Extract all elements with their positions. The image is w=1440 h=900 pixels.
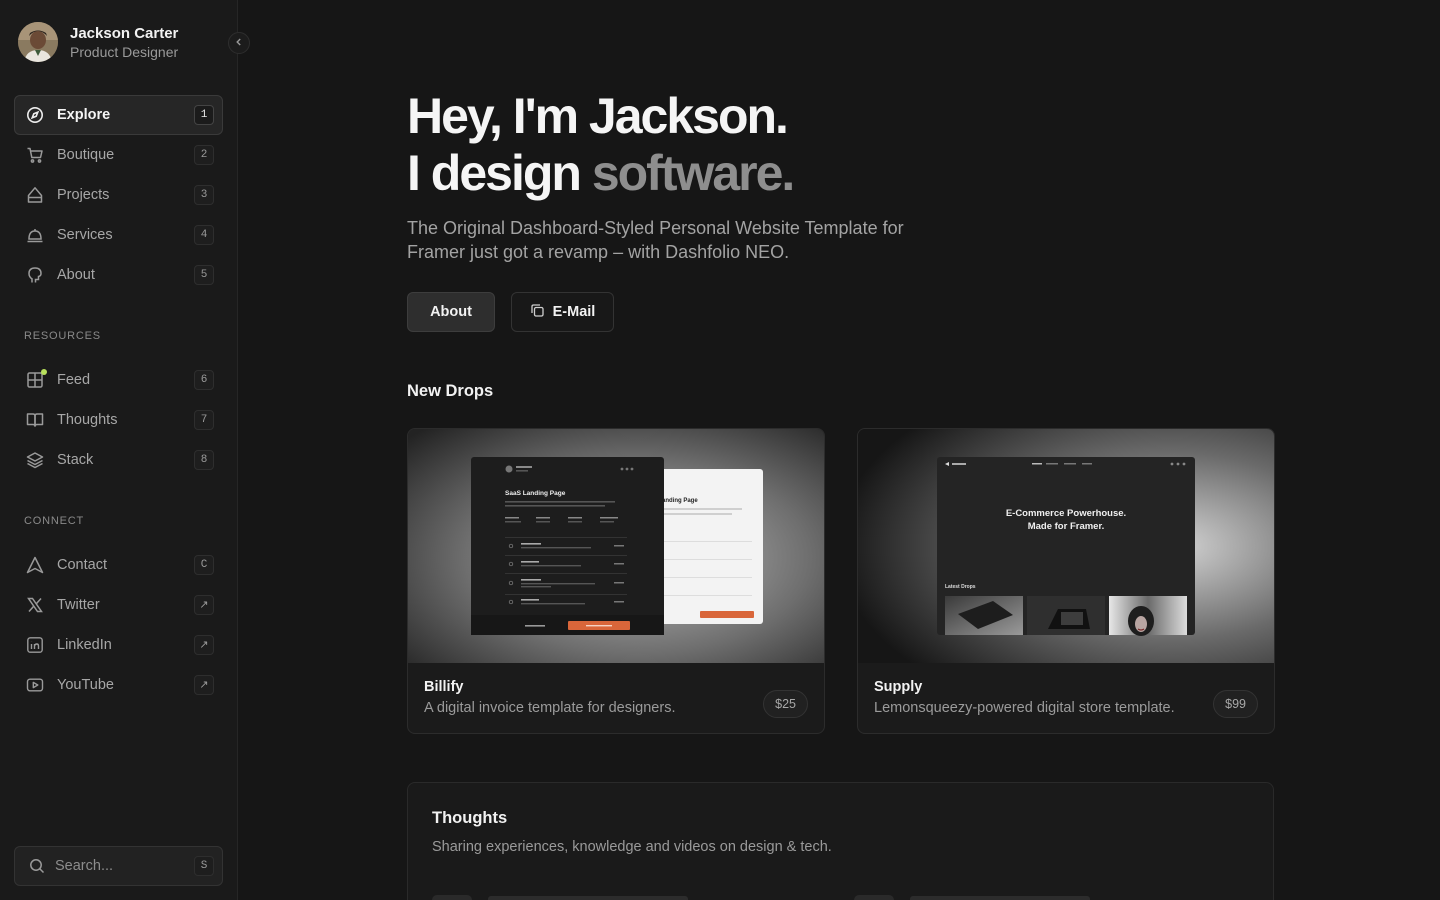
sidebar-item-label: LinkedIn <box>57 637 112 653</box>
shortcut-badge: 6 <box>194 370 214 390</box>
linkedin-icon <box>25 635 45 655</box>
hero-subtitle: The Original Dashboard-Styled Personal W… <box>407 218 904 262</box>
email-button[interactable]: E-Mail <box>511 292 614 332</box>
sidebar-item-thoughts[interactable]: Thoughts 7 <box>14 400 223 440</box>
sidebar-item-youtube[interactable]: YouTube ↗ <box>14 665 223 705</box>
shortcut-badge: 8 <box>194 450 214 470</box>
price-badge: $99 <box>1213 690 1258 718</box>
sidebar-item-linkedin[interactable]: LinkedIn ↗ <box>14 625 223 665</box>
sidebar-item-label: YouTube <box>57 677 114 693</box>
sidebar-item-about[interactable]: About 5 <box>14 255 223 295</box>
online-dot <box>41 369 47 375</box>
copy-icon <box>530 303 545 322</box>
feed-icon <box>25 369 47 390</box>
connect-section-title: CONNECT <box>24 515 84 527</box>
search-icon <box>27 856 47 876</box>
search-input[interactable]: Search... S <box>14 846 223 886</box>
sidebar-item-boutique[interactable]: Boutique 2 <box>14 135 223 175</box>
preview-heading-line-1: E-Commerce Powerhouse. <box>1006 508 1126 519</box>
sidebar-item-label: Thoughts <box>57 412 118 428</box>
shortcut-badge: 7 <box>194 410 214 430</box>
avatar <box>18 22 58 62</box>
external-link-badge: ↗ <box>194 675 214 695</box>
resources-section-title: RESOURCES <box>24 330 101 342</box>
shortcut-badge: 4 <box>194 225 214 245</box>
sidebar-item-label: Stack <box>57 452 94 468</box>
send-icon <box>25 555 45 575</box>
shortcut-badge: S <box>194 856 214 876</box>
product-card-supply[interactable]: E-Commerce Powerhouse. Made for Framer. … <box>857 428 1275 734</box>
thoughts-panel: Thoughts Sharing experiences, knowledge … <box>407 782 1274 900</box>
sidebar-item-explore[interactable]: Explore 1 <box>14 95 223 135</box>
hero-title: Hey, I'm Jackson. I design software. <box>407 88 796 202</box>
product-preview-image: E-Commerce Powerhouse. Made for Framer. … <box>858 429 1274 663</box>
product-title: Billify <box>424 679 464 695</box>
x-icon <box>25 595 45 615</box>
price-badge: $25 <box>763 690 808 718</box>
external-link-badge: ↗ <box>194 635 214 655</box>
sidebar-item-projects[interactable]: Projects 3 <box>14 175 223 215</box>
compass-icon <box>25 105 45 125</box>
sidebar-item-contact[interactable]: Contact C <box>14 545 223 585</box>
thought-title-cutoff[interactable] <box>488 896 688 900</box>
product-description: A digital invoice template for designers… <box>424 700 676 716</box>
sidebar-item-label: Boutique <box>57 147 115 163</box>
preview-title: SaaS Landing Page <box>505 490 566 497</box>
thought-thumbnail[interactable] <box>854 895 894 900</box>
shortcut-badge: 1 <box>194 105 214 125</box>
sidebar-item-label: Explore <box>57 107 111 123</box>
thoughts-title: Thoughts <box>432 809 508 827</box>
preview-heading-line-2: Made for Framer. <box>1028 521 1105 532</box>
product-preview-image: anding Page SaaS Landing Page <box>408 429 824 663</box>
about-button-label: About <box>430 304 472 320</box>
new-drops-title: New Drops <box>407 382 494 400</box>
shortcut-badge: 2 <box>194 145 214 165</box>
product-description: Lemonsqueezy-powered digital store templ… <box>874 700 1175 716</box>
sidebar: Jackson Carter Product Designer Explore … <box>0 0 238 900</box>
preview-title-light: anding Page <box>662 498 698 504</box>
shortcut-badge: 5 <box>194 265 214 285</box>
head-icon <box>25 265 45 285</box>
sidebar-item-stack[interactable]: Stack 8 <box>14 440 223 480</box>
thought-thumbnail[interactable] <box>432 895 472 900</box>
youtube-icon <box>25 675 45 695</box>
profile-name: Jackson Carter <box>70 24 179 42</box>
collapse-sidebar-button[interactable] <box>228 32 250 54</box>
about-button[interactable]: About <box>407 292 495 332</box>
book-icon <box>25 410 45 430</box>
cloche-icon <box>25 225 45 245</box>
sidebar-item-label: Services <box>57 227 113 243</box>
sidebar-item-label: Feed <box>57 372 91 388</box>
thought-title-cutoff[interactable] <box>910 896 1090 900</box>
hero-line-2-prefix: I design <box>407 145 592 201</box>
cart-icon <box>25 145 45 165</box>
chevron-left-icon <box>234 34 244 52</box>
sidebar-item-feed[interactable]: Feed 6 <box>14 360 223 400</box>
search-placeholder: Search... <box>55 858 114 874</box>
external-link-badge: ↗ <box>194 595 214 615</box>
hero-line-2-highlight: software. <box>591 145 796 201</box>
profile[interactable]: Jackson Carter Product Designer <box>18 22 178 62</box>
main-content: Hey, I'm Jackson. I design software. The… <box>239 0 1440 900</box>
layers-icon <box>25 450 45 470</box>
shortcut-badge: 3 <box>194 185 214 205</box>
sidebar-item-twitter[interactable]: Twitter ↗ <box>14 585 223 625</box>
sidebar-item-label: About <box>57 267 95 283</box>
sidebar-item-label: Twitter <box>57 597 100 613</box>
email-button-label: E-Mail <box>552 304 596 320</box>
product-title: Supply <box>874 679 923 695</box>
hero-line-1: Hey, I'm Jackson. <box>407 88 789 144</box>
shape-icon <box>25 185 45 205</box>
thoughts-subtitle: Sharing experiences, knowledge and video… <box>432 839 832 855</box>
sidebar-item-label: Contact <box>57 557 107 573</box>
profile-role: Product Designer <box>70 43 179 60</box>
product-card-billify[interactable]: anding Page SaaS Landing Page Billify A … <box>407 428 825 734</box>
preview-section: Latest Drops <box>945 584 976 590</box>
sidebar-item-label: Projects <box>57 187 110 203</box>
sidebar-item-services[interactable]: Services 4 <box>14 215 223 255</box>
shortcut-badge: C <box>194 555 214 575</box>
